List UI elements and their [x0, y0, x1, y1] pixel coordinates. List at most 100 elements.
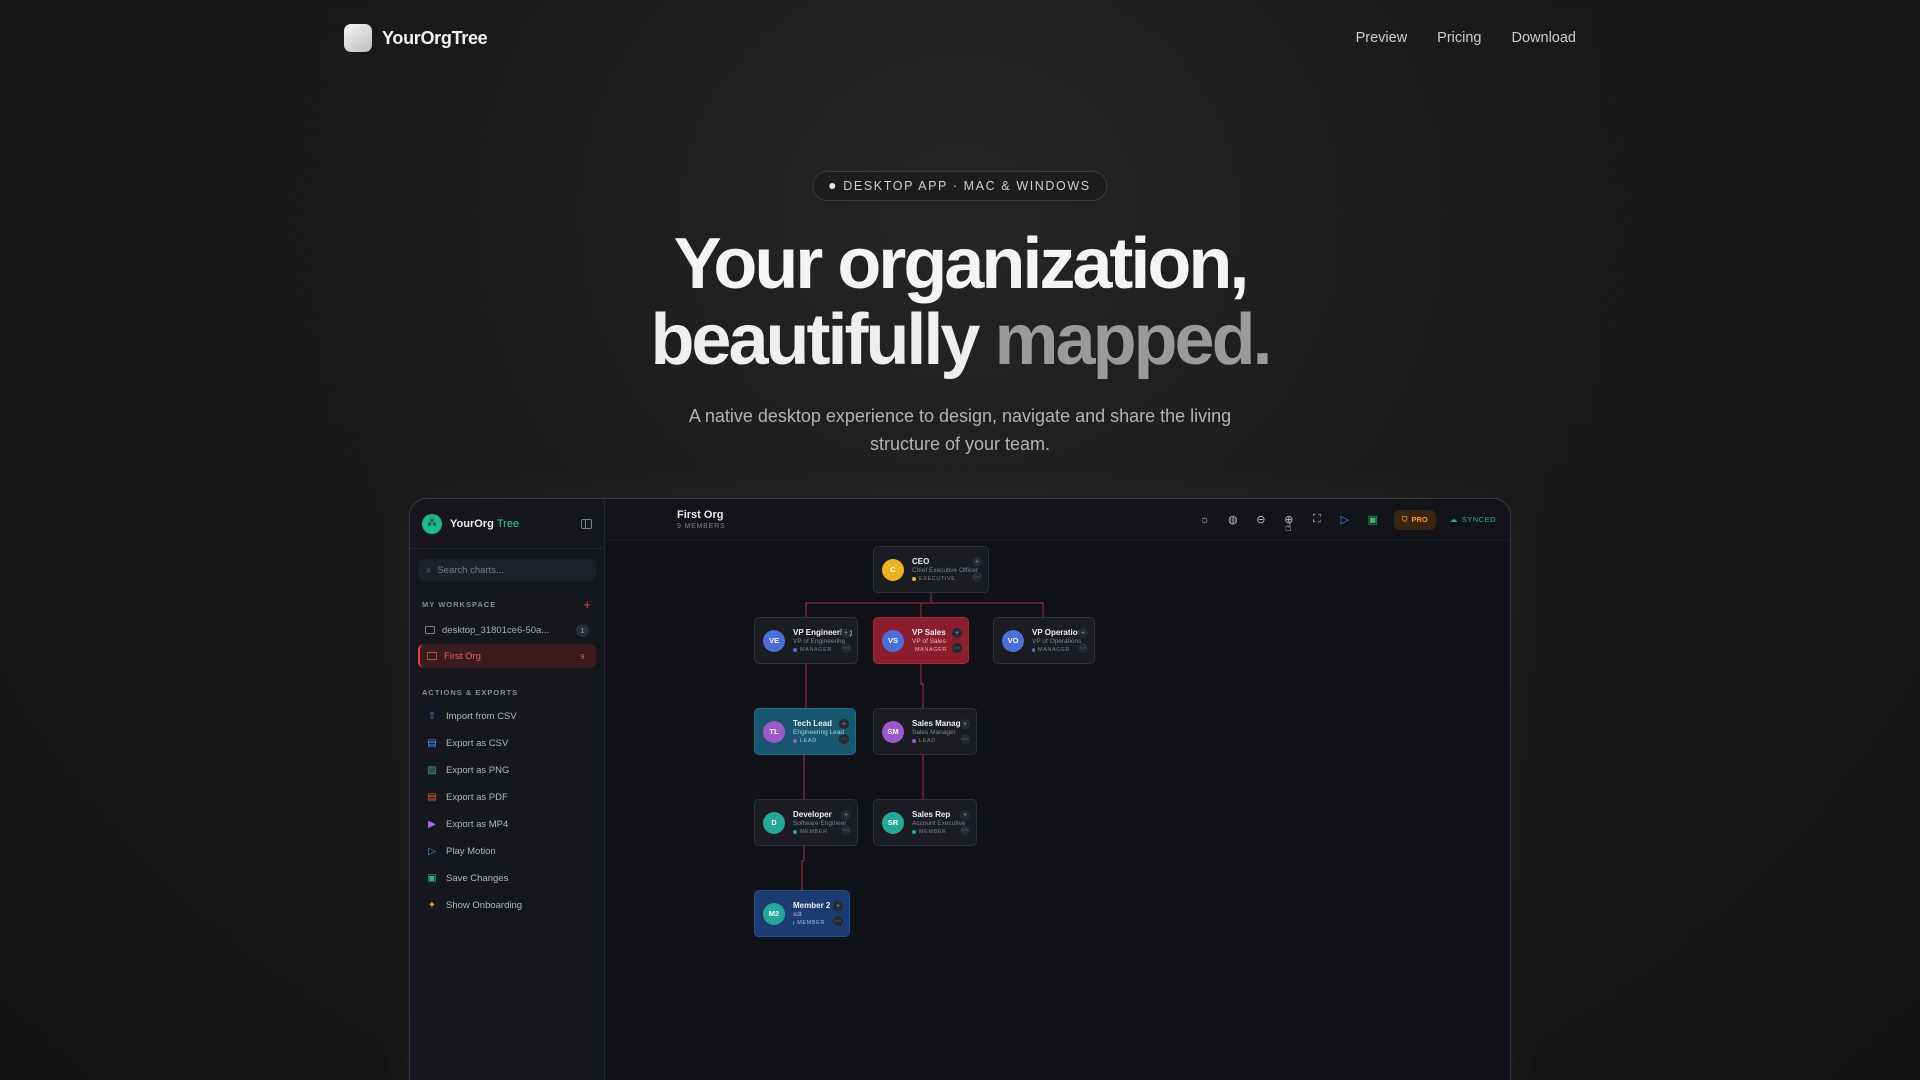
workspace-label: MY WORKSPACE	[422, 600, 497, 609]
hero-title: Your organization, beautifully mapped.	[0, 226, 1920, 378]
add-child-icon[interactable]: +	[833, 901, 843, 911]
chart-item-label: desktop_31801ce6-50a...	[442, 624, 550, 636]
app-preview-window: ⁂ YourOrg Tree ⌕ Search charts... MY WOR…	[409, 498, 1511, 1080]
action-import-from-csv[interactable]: ⇧ Import from CSV	[418, 703, 596, 729]
sidebar-brand-accent: Tree	[496, 517, 520, 530]
add-child-icon[interactable]: +	[972, 557, 982, 567]
folder-icon	[427, 652, 437, 660]
org-node-ceo[interactable]: C CEO Chief Executive Officer EXECUTIVE + ⋯	[873, 546, 989, 593]
fit-view-icon[interactable]: ⛶	[1310, 513, 1324, 526]
add-child-icon[interactable]: +	[1078, 628, 1088, 638]
brand[interactable]: YourOrgTree	[344, 24, 488, 52]
node-info: Developer Software Engineer MEMBER	[793, 810, 846, 835]
add-child-icon[interactable]: +	[841, 628, 851, 638]
sidebar-toggle-icon[interactable]	[581, 518, 592, 529]
org-node-vp-engineering[interactable]: VE VP Engineering VP of Engineering MANAGER…	[754, 617, 858, 664]
tag-dot-icon	[912, 577, 916, 581]
more-options-icon[interactable]: ⋯	[841, 825, 851, 835]
avatar: VE	[763, 629, 785, 652]
nav-links: Preview Pricing Download	[1356, 30, 1576, 46]
action-show-onboarding[interactable]: ✦ Show Onboarding	[418, 892, 596, 918]
play-icon[interactable]: ▷	[1338, 513, 1352, 526]
org-node-tech-lead[interactable]: TL Tech Lead Engineering Lead LEAD + ⋯	[754, 708, 856, 755]
add-child-icon[interactable]: +	[952, 628, 962, 638]
add-child-icon[interactable]: +	[839, 719, 849, 729]
node-tag-label: LEAD	[800, 738, 817, 744]
add-child-icon[interactable]: +	[960, 810, 970, 820]
more-options-icon[interactable]: ⋯	[839, 734, 849, 744]
more-options-icon[interactable]: ⋯	[972, 572, 982, 582]
node-info: VP Sales VP of Sales MANAGER	[912, 628, 946, 653]
palette-icon[interactable]: ◍	[1226, 513, 1240, 526]
action-save-changes[interactable]: ▣ Save Changes	[418, 865, 596, 891]
org-node-vp-operations[interactable]: VO VP Operations VP of Operations MANAGER + ⋯	[993, 617, 1095, 664]
save-icon[interactable]: ▣	[1366, 513, 1380, 526]
action-label: Export as PNG	[446, 764, 510, 776]
action-label: Show Onboarding	[446, 899, 523, 911]
zoom-out-icon[interactable]: ⊖	[1254, 513, 1268, 526]
action-export-as-pdf[interactable]: ▤ Export as PDF	[418, 784, 596, 810]
pro-badge[interactable]: ⛉ PRO	[1393, 509, 1436, 530]
node-buttons: + ⋯	[960, 719, 970, 744]
avatar: VS	[882, 629, 904, 652]
add-child-icon[interactable]: +	[960, 719, 970, 729]
tag-dot-icon	[793, 830, 797, 834]
org-node-sales-manager[interactable]: SM Sales Manager Sales Manager LEAD + ⋯	[873, 708, 977, 755]
avatar: TL	[763, 720, 785, 743]
node-name: CEO	[912, 557, 930, 566]
brand-name: YourOrgTree	[382, 27, 488, 48]
node-name: VP Engineering	[793, 628, 852, 637]
add-child-icon[interactable]: +	[841, 810, 851, 820]
node-info: VP Engineering VP of Engineering MANAGER	[793, 628, 852, 653]
add-chart-button[interactable]: +	[583, 597, 592, 612]
nav-link-preview[interactable]: Preview	[1356, 30, 1408, 46]
nav-link-download[interactable]: Download	[1512, 30, 1577, 46]
org-chart-canvas[interactable]: C CEO Chief Executive Officer EXECUTIVE + ⋯ VE…	[605, 522, 1510, 1080]
image-icon: ▨	[427, 764, 437, 776]
action-label: Export as PDF	[446, 791, 508, 803]
node-buttons: + ⋯	[972, 557, 982, 582]
org-node-sales-rep[interactable]: SR Sales Rep Account Executive MEMBER + ⋯	[873, 799, 977, 846]
org-node-developer[interactable]: D Developer Software Engineer MEMBER + ⋯	[754, 799, 858, 846]
more-options-icon[interactable]: ⋯	[960, 825, 970, 835]
chart-item-desktop[interactable]: desktop_31801ce6-50a... 1	[418, 618, 596, 642]
node-buttons: + ⋯	[841, 810, 851, 835]
node-role: Engineering Lead	[793, 729, 844, 736]
node-tag-label: MEMBER	[800, 829, 828, 835]
top-nav: YourOrgTree Preview Pricing Download	[344, 22, 1576, 54]
chart-item-first-org[interactable]: First Org 9	[418, 644, 596, 668]
cloud-icon: ☁	[1449, 515, 1458, 524]
action-export-as-mp4[interactable]: ▶ Export as MP4	[418, 811, 596, 837]
action-export-as-csv[interactable]: ▤ Export as CSV	[418, 730, 596, 756]
avatar: VO	[1002, 629, 1024, 652]
shield-icon: ⛉	[1401, 514, 1408, 524]
more-options-icon[interactable]: ⋯	[841, 643, 851, 653]
more-options-icon[interactable]: ⋯	[952, 643, 962, 653]
org-node-vp-sales[interactable]: VS VP Sales VP of Sales MANAGER + ⋯	[873, 617, 969, 664]
node-role: Sales Manager	[912, 729, 956, 736]
more-options-icon[interactable]: ⋯	[1078, 643, 1088, 653]
action-play-motion[interactable]: ▷ Play Motion	[418, 838, 596, 864]
sidebar-brand-main: YourOrg	[450, 517, 494, 530]
avatar: D	[763, 811, 785, 834]
chart-count-badge: 9	[580, 651, 585, 661]
action-label: Import from CSV	[446, 710, 517, 722]
more-options-icon[interactable]: ⋯	[833, 916, 843, 926]
main-area: First Org 9 MEMBERS ☼ ◍ ⊖ ⊕ ⛶ ▷ ▣ ⛉ PRO ☁…	[605, 499, 1510, 1080]
node-name: Developer	[793, 810, 832, 819]
tag-dot-icon	[793, 921, 795, 925]
node-buttons: + ⋯	[960, 810, 970, 835]
org-node-member-2[interactable]: M2 Member 2 sdt MEMBER + ⋯	[754, 890, 850, 937]
node-tag: MEMBER	[912, 829, 952, 835]
file-csv-icon: ▤	[427, 737, 437, 749]
actions-label: ACTIONS & EXPORTS	[422, 688, 519, 697]
actions-section-header: ACTIONS & EXPORTS	[422, 688, 592, 697]
more-options-icon[interactable]: ⋯	[960, 734, 970, 744]
toolbar-tools: ☼ ◍ ⊖ ⊕ ⛶ ▷ ▣ ⛉ PRO ☁ SYNCED	[1198, 509, 1496, 530]
nav-link-pricing[interactable]: Pricing	[1437, 30, 1481, 46]
node-tag-label: MANAGER	[1037, 647, 1070, 653]
theme-sun-icon[interactable]: ☼	[1198, 514, 1212, 526]
search-input[interactable]: ⌕ Search charts...	[418, 559, 596, 581]
action-label: Play Motion	[446, 845, 496, 857]
action-export-as-png[interactable]: ▨ Export as PNG	[418, 757, 596, 783]
